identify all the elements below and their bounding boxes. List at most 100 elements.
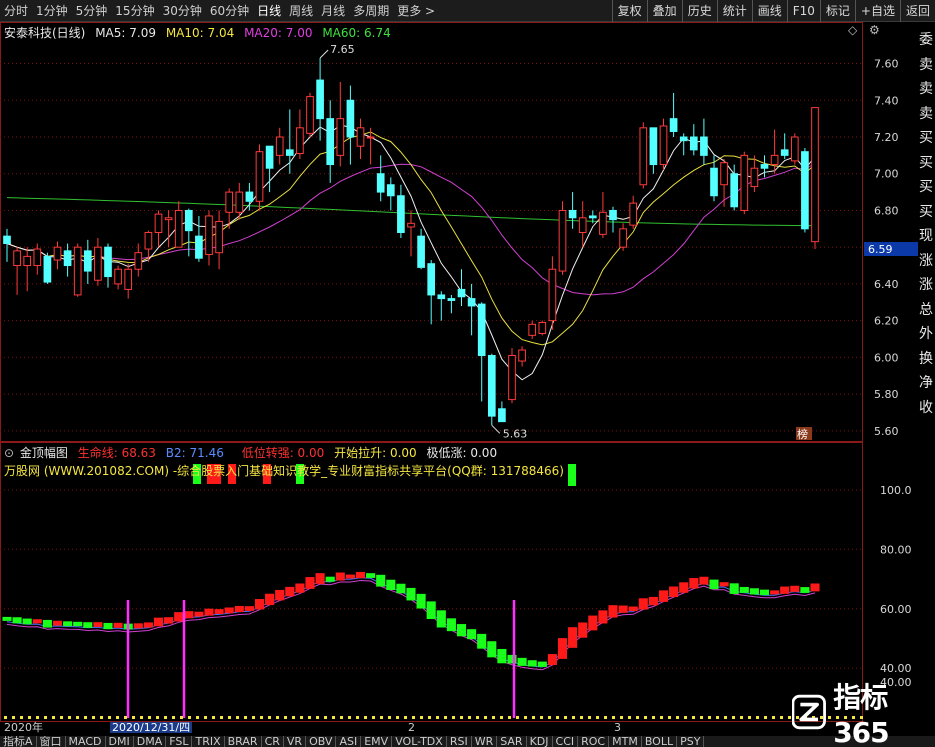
indicator-tab[interactable]: 窗口 (37, 736, 66, 747)
candle-body[interactable] (235, 191, 244, 213)
indicator-tab[interactable]: FSL (166, 736, 193, 747)
indicator-tab[interactable]: ASI (336, 736, 362, 747)
indicator-tab[interactable]: MACD (66, 736, 106, 747)
indicator-name[interactable]: 金顶幅图 (20, 446, 68, 460)
candle-body[interactable] (568, 209, 577, 219)
candle-body[interactable] (94, 246, 102, 281)
candle-body[interactable] (750, 167, 759, 188)
candle-body[interactable] (528, 323, 537, 336)
candle-body[interactable] (23, 255, 32, 267)
toolbar-button[interactable]: 叠加 (646, 0, 682, 22)
period-tab[interactable]: 多周期 (349, 0, 393, 22)
candle-body[interactable] (83, 250, 92, 272)
toolbar-button[interactable]: 复权 (611, 0, 647, 22)
candle-body[interactable] (73, 246, 82, 296)
candle-body[interactable] (811, 107, 819, 243)
candle-body[interactable] (316, 79, 324, 120)
candle-body[interactable] (174, 209, 183, 248)
candle-body[interactable] (296, 127, 304, 155)
indicator-tab[interactable]: DMI (106, 736, 134, 747)
candle-body[interactable] (639, 127, 648, 186)
indicator-tab[interactable]: KDJ (527, 736, 553, 747)
period-tab[interactable]: 5分钟 (72, 0, 112, 22)
candle-body[interactable] (599, 211, 607, 235)
candle-body[interactable] (629, 202, 638, 226)
indicator-tab[interactable]: TRIX (192, 736, 225, 747)
candle-body[interactable] (679, 136, 688, 142)
stock-name[interactable]: 安泰科技(日线) (4, 26, 85, 40)
candle-body[interactable] (790, 136, 799, 162)
candle-body[interactable] (457, 288, 466, 298)
candle-body[interactable] (447, 298, 456, 301)
candle-body[interactable] (770, 154, 779, 166)
candle-body[interactable] (740, 154, 749, 211)
candle-body[interactable] (609, 209, 617, 221)
candle-body[interactable] (477, 303, 486, 357)
candle-body[interactable] (689, 136, 698, 151)
indicator-tab[interactable]: VR (284, 736, 307, 747)
period-tab[interactable]: 30分钟 (159, 0, 206, 22)
candle-body[interactable] (104, 246, 112, 278)
candle-body[interactable] (134, 252, 143, 270)
indicator-tab[interactable]: BRAR (225, 736, 262, 747)
candle-body[interactable] (255, 151, 264, 202)
candlestick-chart[interactable]: 7.607.407.207.006.806.606.406.206.005.80… (0, 22, 935, 442)
candle-body[interactable] (144, 231, 153, 250)
toolbar-button[interactable]: 画线 (751, 0, 787, 22)
candle-body[interactable] (760, 164, 769, 169)
indicator-svg[interactable]: 100.080.0060.0040.0040.00 (0, 442, 935, 722)
diamond-icon[interactable]: ◇ (848, 23, 857, 37)
candle-body[interactable] (437, 294, 446, 300)
indicator-tab[interactable]: OBV (306, 736, 337, 747)
indicator-tab[interactable]: CR (262, 736, 284, 747)
candle-body[interactable] (306, 96, 314, 134)
candle-body[interactable] (508, 355, 516, 401)
period-tab[interactable]: 周线 (285, 0, 317, 22)
candle-body[interactable] (376, 173, 385, 193)
candle-body[interactable] (3, 235, 11, 245)
candle-body[interactable] (427, 263, 436, 296)
indicator-tab[interactable]: RSI (447, 736, 472, 747)
toolbar-button[interactable]: 历史 (681, 0, 717, 22)
main-chart[interactable]: 7.607.407.207.006.806.606.406.206.005.80… (0, 22, 935, 442)
candle-body[interactable] (518, 349, 526, 362)
indicator-tab[interactable]: MTM (609, 736, 642, 747)
period-tab[interactable]: 15分钟 (111, 0, 158, 22)
candle-body[interactable] (326, 118, 335, 166)
candle-body[interactable] (195, 235, 203, 259)
candle-body[interactable] (225, 191, 234, 213)
candle-body[interactable] (346, 99, 355, 138)
candle-body[interactable] (538, 321, 547, 334)
candle-body[interactable] (184, 209, 193, 232)
indicator-tab[interactable]: 指标A (0, 736, 37, 747)
candle-body[interactable] (669, 118, 678, 132)
gear-icon[interactable]: ⚙ (869, 23, 880, 37)
candle-body[interactable] (548, 268, 557, 322)
candle-body[interactable] (114, 268, 122, 285)
candle-body[interactable] (710, 167, 718, 197)
indicator-tab[interactable]: CCI (553, 736, 579, 747)
candle-body[interactable] (801, 151, 809, 230)
candle-body[interactable] (124, 268, 133, 290)
candle-body[interactable] (659, 125, 668, 166)
candle-body[interactable] (13, 250, 21, 267)
toolbar-button[interactable]: +自选 (854, 0, 900, 22)
candle-body[interactable] (730, 173, 739, 208)
collapse-icon[interactable]: ⊙ (4, 446, 14, 460)
candle-body[interactable] (407, 222, 415, 228)
period-tab[interactable]: 60分钟 (206, 0, 253, 22)
candle-body[interactable] (780, 149, 789, 156)
candle-body[interactable] (33, 248, 42, 267)
candle-body[interactable] (43, 255, 52, 283)
candle-body[interactable] (285, 149, 294, 156)
indicator-tab[interactable]: DMA (134, 736, 167, 747)
period-tab[interactable]: 分时 (0, 0, 32, 22)
candle-body[interactable] (619, 228, 627, 248)
candle-body[interactable] (164, 217, 173, 221)
candle-body[interactable] (356, 127, 365, 147)
toolbar-button[interactable]: F10 (786, 0, 820, 22)
candle-body[interactable] (467, 298, 476, 307)
toolbar-button[interactable]: 标记 (819, 0, 855, 22)
candle-body[interactable] (205, 215, 213, 256)
candle-body[interactable] (649, 127, 658, 166)
